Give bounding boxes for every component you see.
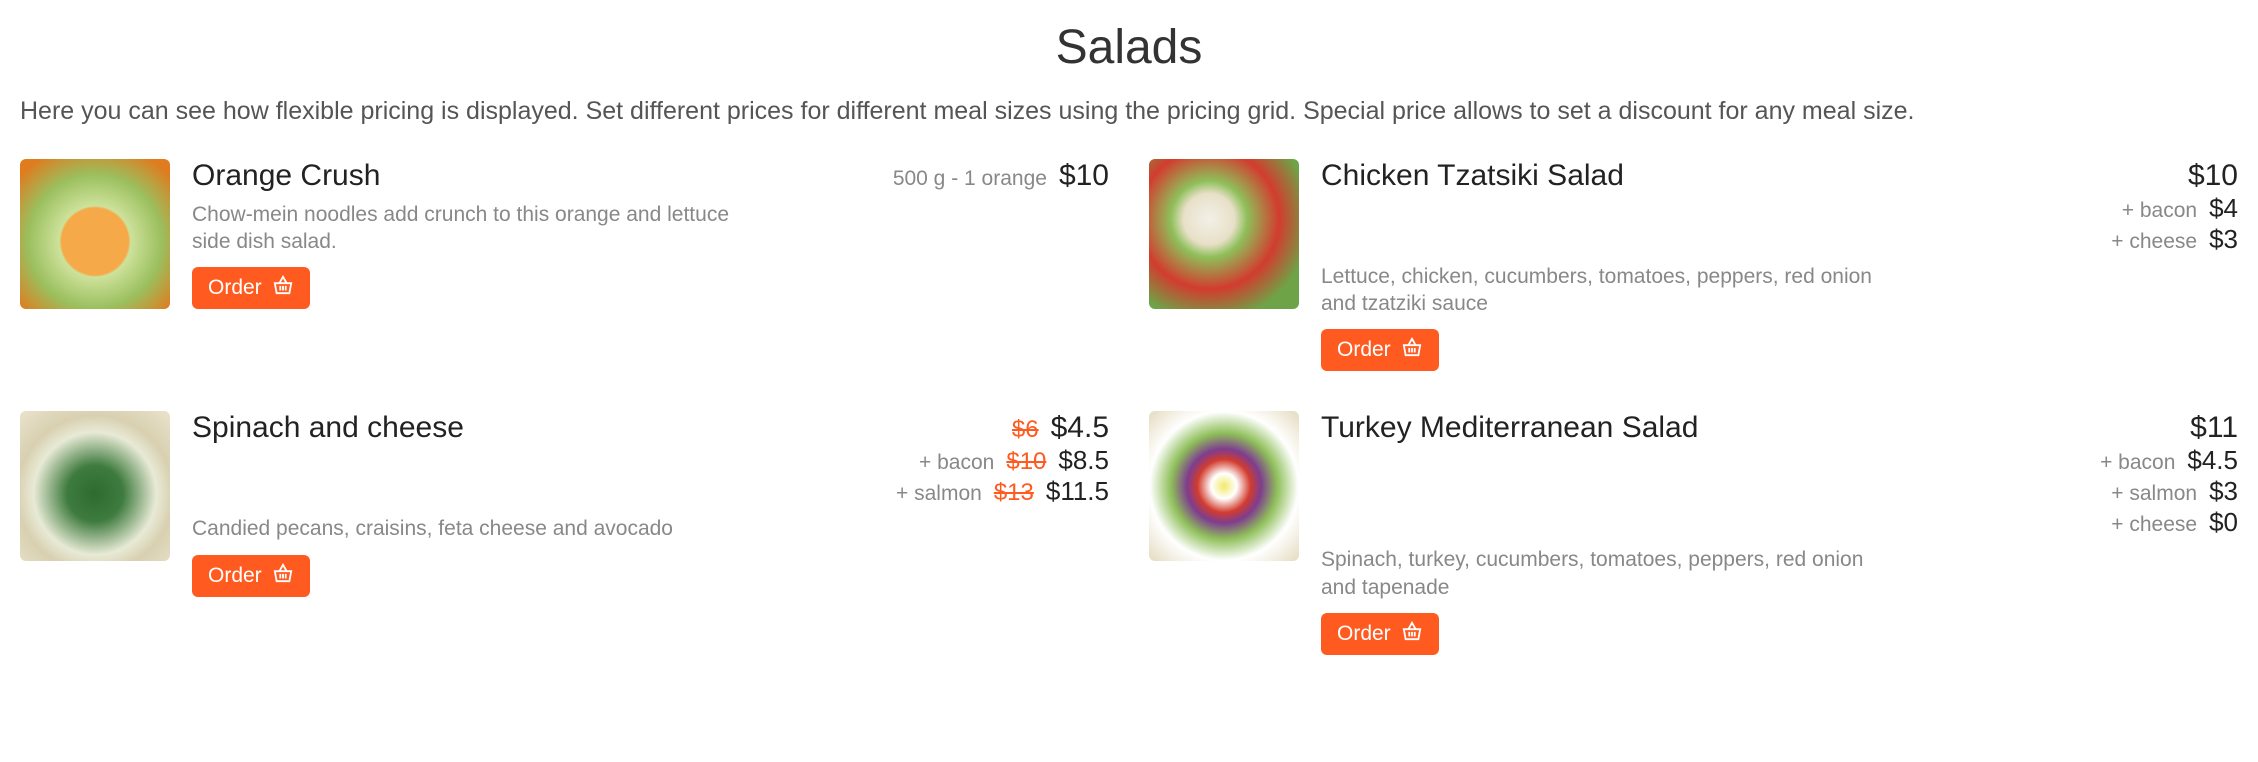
order-button-label: Order bbox=[208, 564, 262, 588]
menu-item: Chicken Tzatsiki Salad $10 + bacon $4 + chee… bbox=[1149, 159, 2238, 372]
price-box: 500 g - 1 orange $10 bbox=[893, 159, 1109, 193]
item-price: $10 bbox=[2188, 159, 2238, 193]
order-button[interactable]: Order bbox=[1321, 613, 1439, 655]
addon-strike: $10 bbox=[1006, 448, 1046, 476]
price-box: $10 + bacon $4 + cheese $3 bbox=[2111, 159, 2238, 255]
addon-price: $4 bbox=[2209, 193, 2238, 224]
price-box: $11 + bacon $4.5 + salmon $3 + cheese $0 bbox=[2100, 411, 2238, 538]
order-button-label: Order bbox=[1337, 338, 1391, 362]
item-name: Chicken Tzatsiki Salad bbox=[1321, 159, 1624, 193]
menu-item: Orange Crush 500 g - 1 orange $10 Chow-mein… bbox=[20, 159, 1109, 372]
addon-note: + salmon bbox=[896, 482, 982, 506]
item-description: Candied pecans, craisins, feta cheese an… bbox=[192, 515, 752, 542]
addon-note: + cheese bbox=[2111, 513, 2197, 537]
addon-note: + bacon bbox=[919, 451, 994, 475]
addon-price: $4.5 bbox=[2187, 445, 2238, 476]
item-name: Orange Crush bbox=[192, 159, 380, 193]
basket-icon bbox=[1401, 621, 1423, 647]
item-price: $10 bbox=[1059, 159, 1109, 193]
order-button[interactable]: Order bbox=[192, 267, 310, 309]
order-button-label: Order bbox=[208, 276, 262, 300]
addon-price: $3 bbox=[2209, 224, 2238, 255]
basket-icon bbox=[1401, 337, 1423, 363]
price-note: 500 g - 1 orange bbox=[893, 167, 1047, 191]
basket-icon bbox=[272, 563, 294, 589]
item-photo bbox=[20, 411, 170, 561]
item-name: Turkey Mediterranean Salad bbox=[1321, 411, 1698, 445]
addon-note: + cheese bbox=[2111, 230, 2197, 254]
menu-item: Turkey Mediterranean Salad $11 + bacon $4.5… bbox=[1149, 411, 2238, 655]
menu-item: Spinach and cheese $6 $4.5 + bacon $10 $8.5 + … bbox=[20, 411, 1109, 655]
item-price: $4.5 bbox=[1051, 411, 1109, 445]
addon-price: $0 bbox=[2209, 507, 2238, 538]
addon-strike: $13 bbox=[994, 479, 1034, 507]
basket-icon bbox=[272, 275, 294, 301]
order-button[interactable]: Order bbox=[192, 555, 310, 597]
addon-price: $3 bbox=[2209, 476, 2238, 507]
item-photo bbox=[1149, 159, 1299, 309]
addon-price: $8.5 bbox=[1058, 445, 1109, 476]
addon-note: + salmon bbox=[2111, 482, 2197, 506]
item-photo bbox=[20, 159, 170, 309]
addon-note: + bacon bbox=[2100, 451, 2175, 475]
price-box: $6 $4.5 + bacon $10 $8.5 + salmon $13 $11.5 bbox=[896, 411, 1109, 507]
item-name: Spinach and cheese bbox=[192, 411, 464, 445]
item-price: $11 bbox=[2190, 411, 2238, 445]
item-description: Chow-mein noodles add crunch to this ora… bbox=[192, 201, 752, 256]
price-strike: $6 bbox=[1012, 416, 1039, 444]
order-button-label: Order bbox=[1337, 622, 1391, 646]
intro-text: Here you can see how flexible pricing is… bbox=[20, 95, 2238, 129]
order-button[interactable]: Order bbox=[1321, 329, 1439, 371]
item-description: Lettuce, chicken, cucumbers, tomatoes, p… bbox=[1321, 263, 1881, 318]
addon-note: + bacon bbox=[2122, 199, 2197, 223]
item-description: Spinach, turkey, cucumbers, tomatoes, pe… bbox=[1321, 546, 1881, 601]
item-photo bbox=[1149, 411, 1299, 561]
addon-price: $11.5 bbox=[1046, 476, 1109, 507]
page-title: Salads bbox=[20, 20, 2238, 75]
